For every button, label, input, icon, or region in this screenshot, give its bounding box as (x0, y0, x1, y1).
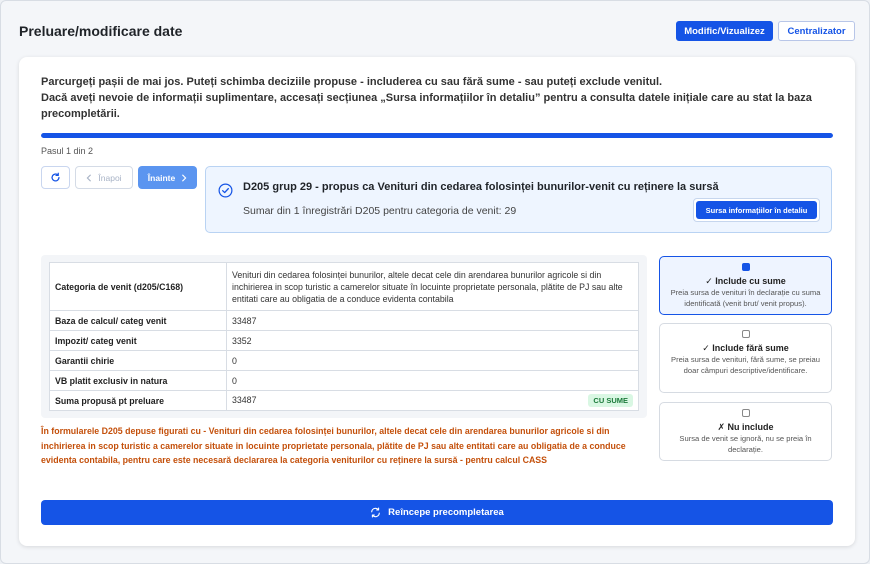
intro-line-2: Dacă aveți nevoie de informații suplimen… (41, 92, 812, 120)
row-label: Baza de calcul/ categ venit (49, 310, 227, 331)
next-button[interactable]: Înainte (138, 166, 197, 189)
row-value: Venituri din cedarea folosinței bunurilo… (226, 262, 639, 311)
next-label: Înainte (147, 172, 176, 183)
chevron-right-icon (182, 173, 187, 182)
details-table: Categoria de venit (d205/C168) Venituri … (49, 262, 639, 411)
table-row: Suma propusă pt preluare 33487 CU SUME (49, 390, 639, 411)
row-label: Garantii chirie (49, 350, 227, 371)
source-title: D205 grup 29 - propus ca Venituri din ce… (243, 181, 719, 193)
table-row: Categoria de venit (d205/C168) Venituri … (49, 262, 639, 311)
main-card: Parcurgeți pașii de mai jos. Puteți schi… (19, 57, 855, 546)
option-title: ✓ Include cu sume (705, 276, 786, 286)
back-button[interactable]: Înapoi (75, 166, 133, 189)
progress-bar (41, 133, 833, 138)
chevron-left-icon (87, 173, 92, 182)
app-frame: Preluare/modificare date Modific/Vizuali… (0, 0, 870, 564)
option-include-with-sums[interactable]: ✓ Include cu sume Preia sursa de venitur… (659, 256, 832, 315)
back-label: Înapoi (98, 172, 122, 183)
modify-view-button[interactable]: Modific/Vizualizez (676, 21, 773, 41)
details-table-wrapper: Categoria de venit (d205/C168) Venituri … (41, 255, 647, 418)
row-value: 0 (226, 350, 639, 371)
page-title: Preluare/modificare date (19, 23, 183, 39)
centralizer-button[interactable]: Centralizator (778, 21, 855, 41)
option-title: ✓ Include fără sume (702, 343, 789, 353)
row-label: Categoria de venit (d205/C168) (49, 262, 227, 311)
source-summary-box: D205 grup 29 - propus ca Venituri din ce… (205, 166, 832, 233)
option-description: Preia sursa de venituri, fără sume, se p… (671, 355, 820, 375)
reset-button[interactable] (41, 166, 70, 189)
step-label: Pasul 1 din 2 (41, 146, 94, 156)
option-radio[interactable] (741, 263, 750, 271)
status-badge: CU SUME (588, 393, 633, 407)
check-circle-icon (218, 183, 233, 198)
option-radio[interactable] (741, 409, 750, 417)
table-row: Garantii chirie 0 (49, 350, 639, 371)
source-subtitle: Sumar din 1 înregistrări D205 pentru cat… (243, 205, 517, 217)
table-row: Baza de calcul/ categ venit 33487 (49, 310, 639, 331)
restart-prefill-button[interactable]: Reîncepe precompletarea (41, 500, 833, 525)
row-label: VB platit exclusiv in natura (49, 370, 227, 391)
row-value: 33487 (226, 310, 639, 331)
option-radio[interactable] (741, 330, 750, 338)
source-detail-button[interactable]: Sursa informațiilor în detaliu (693, 198, 820, 222)
row-value: 33487 (232, 394, 257, 405)
intro-line-1: Parcurgeți pașii de mai jos. Puteți schi… (41, 76, 663, 88)
row-value: 0 (226, 370, 639, 391)
progress-fill (41, 133, 833, 138)
row-value-cell: 33487 CU SUME (226, 390, 639, 411)
table-row: Impozit/ categ venit 3352 (49, 330, 639, 351)
option-description: Sursa de venit se ignoră, nu se preia în… (679, 434, 812, 454)
table-row: VB platit exclusiv in natura 0 (49, 370, 639, 391)
refresh-icon (51, 172, 60, 182)
option-include-without-sums[interactable]: ✓ Include fără sume Preia sursa de venit… (659, 323, 832, 393)
row-label: Suma propusă pt preluare (49, 390, 227, 411)
row-value: 3352 (226, 330, 639, 351)
warning-text: În formularele D205 depuse figurati cu -… (41, 426, 626, 465)
source-detail-label: Sursa informațiilor în detaliu (696, 201, 817, 219)
option-description: Preia sursa de venituri în declarație cu… (670, 288, 821, 308)
row-label: Impozit/ categ venit (49, 330, 227, 351)
refresh-icon (371, 507, 381, 518)
restart-label: Reîncepe precompletarea (388, 507, 504, 518)
intro-text: Parcurgeți pașii de mai jos. Puteți schi… (41, 74, 831, 122)
option-title: ✗ Nu include (717, 422, 774, 432)
option-exclude[interactable]: ✗ Nu include Sursa de venit se ignoră, n… (659, 402, 832, 461)
